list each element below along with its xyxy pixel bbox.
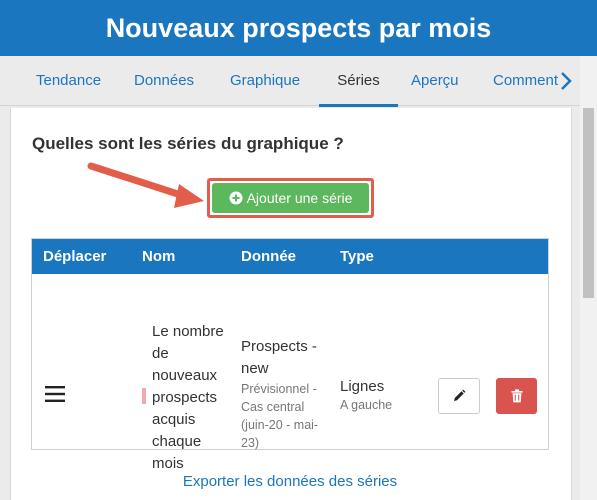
tab-tendance[interactable]: Tendance bbox=[36, 56, 101, 106]
series-color-marker bbox=[142, 388, 146, 404]
scrollbar-thumb[interactable] bbox=[583, 108, 594, 298]
series-axis: A gauche bbox=[340, 398, 393, 412]
tab-graphique[interactable]: Graphique bbox=[230, 56, 300, 106]
table-header: Déplacer Nom Donnée Type bbox=[32, 239, 548, 274]
tab-apercu[interactable]: Aperçu bbox=[411, 56, 459, 106]
series-name: Le nombre de nouveaux prospects acquis c… bbox=[152, 323, 224, 472]
trash-icon bbox=[511, 389, 522, 403]
export-series-link[interactable]: Exporter les données des séries bbox=[0, 473, 580, 490]
add-series-button[interactable]: Ajouter une série bbox=[212, 183, 369, 213]
edit-series-button[interactable] bbox=[438, 378, 480, 414]
window-title: Nouveaux prospects par mois bbox=[0, 0, 597, 56]
table-row: Le nombre de nouveaux prospects acquis c… bbox=[32, 274, 548, 472]
column-header-data: Donnée bbox=[241, 248, 297, 265]
series-data-name: Prospects - new bbox=[241, 338, 317, 377]
pencil-icon bbox=[454, 389, 466, 401]
column-header-type: Type bbox=[340, 248, 374, 265]
column-header-move: Déplacer bbox=[43, 248, 107, 265]
plus-circle-icon bbox=[229, 191, 243, 205]
column-header-name: Nom bbox=[142, 248, 176, 265]
drag-handle-icon[interactable] bbox=[44, 385, 66, 403]
tab-comment[interactable]: Comment bbox=[493, 56, 558, 106]
delete-series-button[interactable] bbox=[496, 378, 537, 414]
series-type: Lignes bbox=[340, 378, 385, 395]
tab-series[interactable]: Séries bbox=[319, 56, 398, 107]
series-data-detail: Prévisionnel - Cas central (juin-20 - ma… bbox=[241, 382, 319, 450]
page-question: Quelles sont les séries du graphique ? bbox=[32, 134, 344, 153]
add-series-label: Ajouter une série bbox=[246, 190, 353, 206]
tab-bar: Tendance Données Graphique Séries Aperçu… bbox=[0, 56, 580, 107]
series-table: Déplacer Nom Donnée Type Le nombre de no… bbox=[31, 238, 549, 472]
tab-donnees[interactable]: Données bbox=[134, 56, 194, 106]
chevron-right-icon[interactable] bbox=[558, 70, 574, 92]
